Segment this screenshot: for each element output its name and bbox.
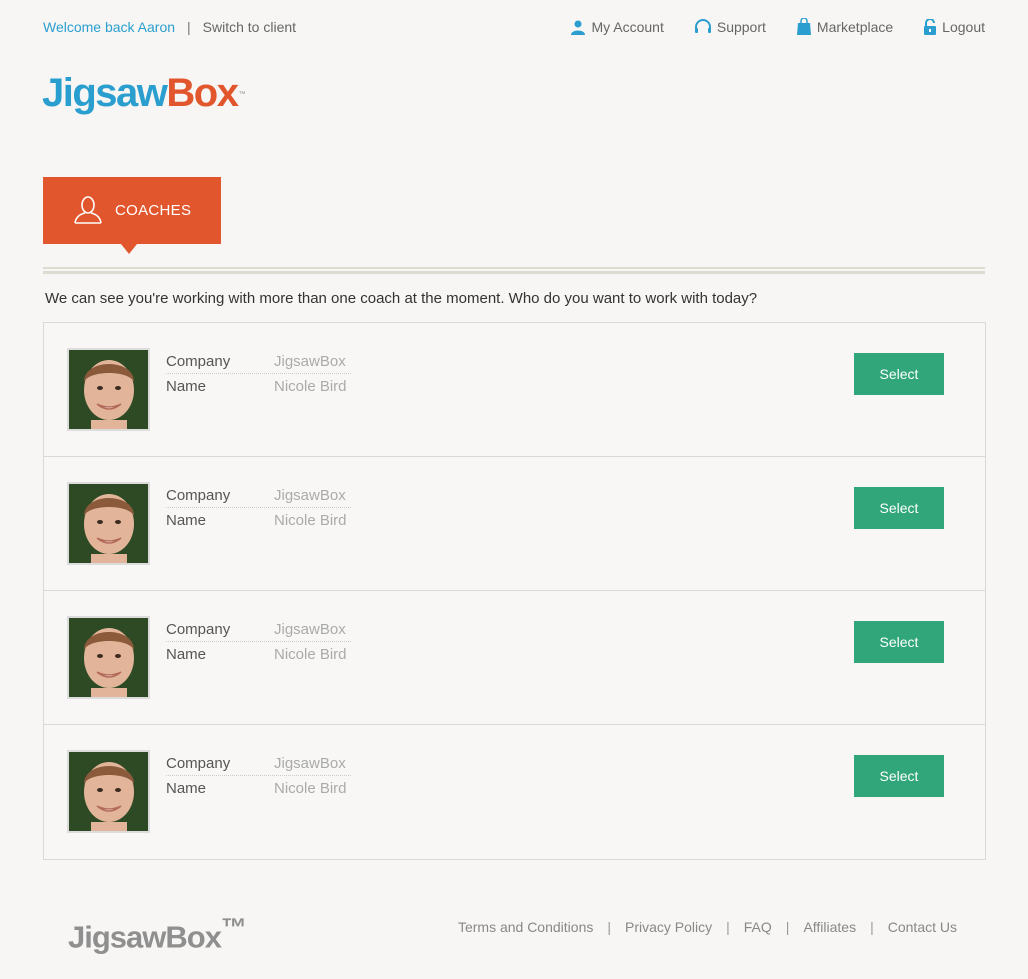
select-coach-button[interactable]: Select [854, 755, 944, 797]
coach-card: Company JigsawBox Name Nicole Bird Select [44, 725, 985, 859]
tab-coaches[interactable]: COACHES [43, 177, 221, 254]
top-bar: Welcome back Aaron | Switch to client My… [43, 16, 985, 38]
marketplace-link[interactable]: Marketplace [796, 18, 893, 36]
footer-separator: | [607, 919, 611, 935]
company-label: Company [166, 487, 231, 504]
coach-avatar [67, 348, 150, 431]
tab-pointer [121, 244, 137, 254]
faq-link[interactable]: FAQ [744, 919, 772, 935]
footer-logo-text: JigsawBox [68, 919, 222, 955]
name-value: Nicole Bird [274, 779, 347, 797]
top-nav: My Account Support Marketplace Logout [570, 18, 985, 36]
coach-details: Company JigsawBox Name Nicole Bird [166, 350, 351, 398]
switch-to-client-link[interactable]: Switch to client [203, 19, 296, 35]
support-label: Support [716, 19, 766, 35]
company-value: JigsawBox [274, 621, 346, 638]
top-separator: | [187, 19, 191, 35]
coach-card: Company JigsawBox Name Nicole Bird Select [44, 457, 985, 591]
coach-avatar [67, 750, 150, 833]
select-coach-button[interactable]: Select [854, 487, 944, 529]
logo-part-box: Box [166, 71, 239, 115]
logo-trademark: ™ [238, 91, 246, 98]
my-account-label: My Account [591, 19, 664, 35]
contact-link[interactable]: Contact Us [888, 919, 957, 935]
coach-avatar [67, 482, 150, 565]
lock-icon [923, 19, 937, 35]
section-divider [43, 267, 985, 274]
user-icon [570, 19, 586, 35]
coach-card: Company JigsawBox Name Nicole Bird Select [44, 591, 985, 725]
company-value: JigsawBox [274, 755, 346, 772]
name-value: Nicole Bird [274, 511, 347, 529]
footer-logo[interactable]: JigsawBox™ [68, 909, 247, 956]
tab-coaches-label: COACHES [115, 202, 192, 219]
coach-details: Company JigsawBox Name Nicole Bird [166, 484, 351, 532]
affiliates-link[interactable]: Affiliates [803, 919, 856, 935]
coach-avatar [67, 616, 150, 699]
logout-link[interactable]: Logout [923, 18, 985, 36]
name-label: Name [166, 779, 207, 797]
footer-separator: | [726, 919, 730, 935]
intro-text: We can see you're working with more than… [45, 290, 758, 307]
name-label: Name [166, 511, 207, 529]
jigsawbox-logo[interactable]: JigsawBox™ [42, 70, 245, 116]
support-link[interactable]: Support [694, 18, 766, 36]
company-label: Company [166, 621, 231, 638]
headset-icon [694, 19, 712, 35]
coach-details: Company JigsawBox Name Nicole Bird [166, 618, 351, 666]
welcome-text: Welcome back Aaron [43, 19, 176, 35]
company-value: JigsawBox [274, 353, 346, 370]
name-value: Nicole Bird [274, 377, 347, 395]
name-label: Name [166, 645, 207, 663]
name-value: Nicole Bird [274, 645, 347, 663]
footer-logo-trademark: ™ [220, 914, 247, 942]
company-label: Company [166, 755, 231, 772]
company-label: Company [166, 353, 231, 370]
footer-separator: | [785, 919, 790, 935]
my-account-link[interactable]: My Account [570, 18, 664, 36]
select-coach-button[interactable]: Select [854, 353, 944, 395]
logo-part-jigsaw: Jigsaw [42, 71, 168, 115]
select-coach-button[interactable]: Select [854, 621, 944, 663]
privacy-link[interactable]: Privacy Policy [625, 919, 712, 935]
footer-separator: | [870, 919, 874, 935]
shopping-bag-icon [796, 18, 812, 36]
terms-link[interactable]: Terms and Conditions [458, 919, 593, 935]
coach-list: Company JigsawBox Name Nicole Bird Select … [43, 322, 986, 860]
company-value: JigsawBox [274, 487, 346, 504]
person-outline-icon [73, 194, 103, 228]
coach-details: Company JigsawBox Name Nicole Bird [166, 752, 351, 800]
marketplace-label: Marketplace [816, 19, 894, 35]
logout-label: Logout [942, 19, 985, 35]
name-label: Name [166, 377, 207, 395]
coach-card: Company JigsawBox Name Nicole Bird Select [44, 323, 985, 457]
footer-links: Terms and Conditions | Privacy Policy | … [458, 919, 957, 935]
